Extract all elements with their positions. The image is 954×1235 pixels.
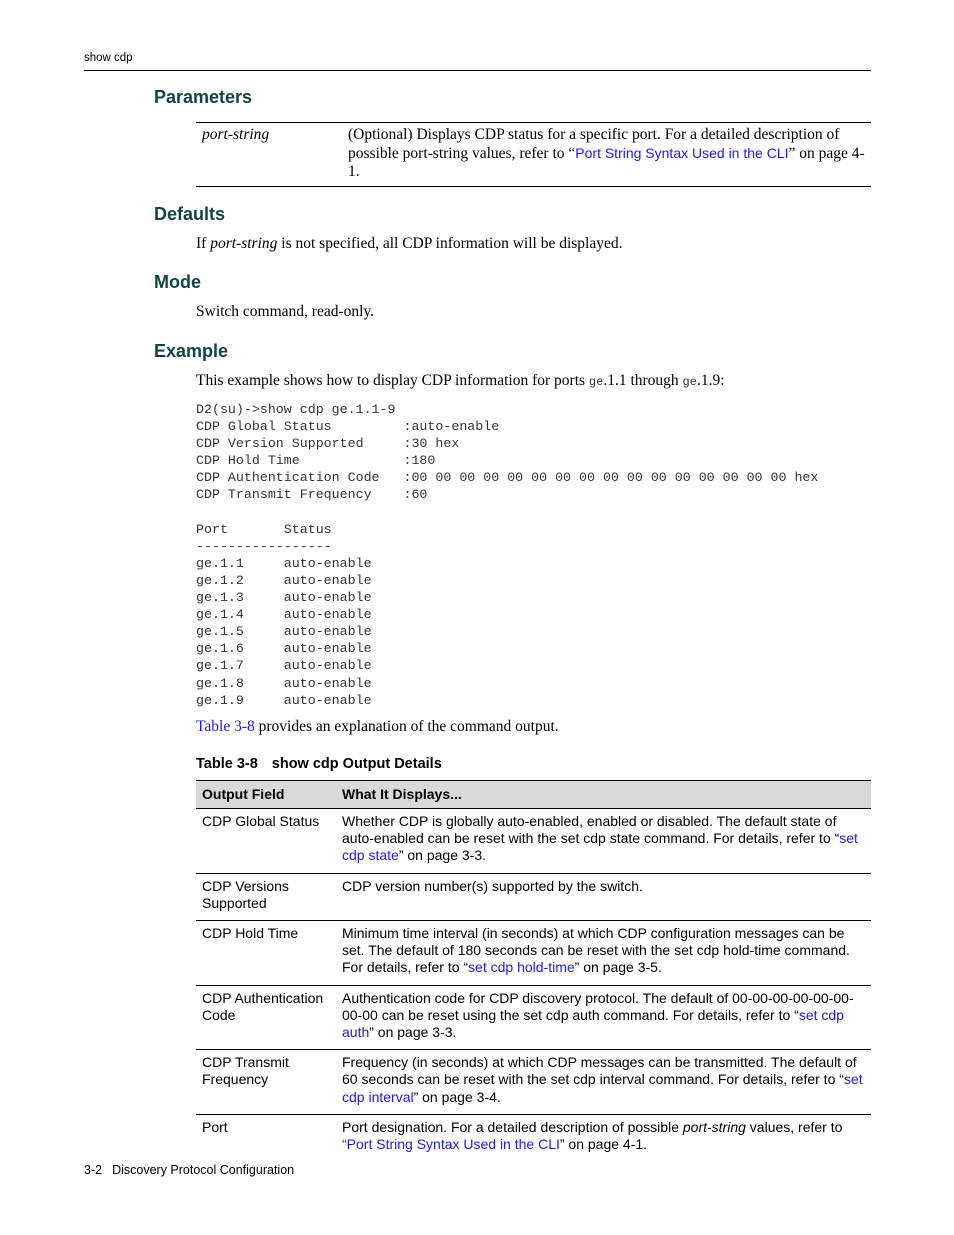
table-title: show cdp Output Details — [271, 756, 442, 772]
cli-output-code-block: D2(su)->show cdp ge.1.1-9 CDP Global Sta… — [196, 401, 818, 709]
table-row: CDP Transmit Frequency Frequency (in sec… — [196, 1049, 871, 1115]
code-line: Port Status — [196, 521, 332, 537]
parameters-table: port-string (Optional) Displays CDP stat… — [196, 122, 871, 187]
description-italic: port-string — [682, 1118, 746, 1135]
code-line: CDP Version Supported :30 hex — [196, 436, 460, 452]
table-3-8-link[interactable]: Table 3-8 — [196, 718, 255, 735]
table-row: CDP Authentication Code Authentication c… — [196, 985, 871, 1051]
parameter-name: port-string — [202, 126, 270, 143]
code-line: ge.1.4 auto-enable — [196, 607, 372, 623]
table-caption: Table 3-8 show cdp Output Details — [196, 756, 442, 772]
table-row: CDP Global Status Whether CDP is globall… — [196, 808, 871, 874]
description-suffix: ” on page 3-3. — [369, 1024, 457, 1041]
page-number: 3-2 — [84, 1163, 103, 1177]
output-field-cell: CDP Versions Supported — [196, 873, 336, 922]
description-cell: Whether CDP is globally auto-enabled, en… — [336, 808, 871, 874]
description-cell: CDP version number(s) supported by the s… — [336, 873, 871, 922]
description-suffix: ” on page 3-4. — [413, 1088, 501, 1105]
description-text: Port designation. For a detailed descrip… — [342, 1118, 683, 1135]
port-string-syntax-link[interactable]: “Port String Syntax Used in the CLI — [342, 1136, 560, 1152]
header-rule — [84, 70, 871, 71]
code-line: CDP Authentication Code :00 00 00 00 00 … — [196, 470, 819, 486]
code-line: CDP Global Status :auto-enable — [196, 419, 500, 435]
document-page: show cdp Parameters port-string (Optiona… — [0, 0, 954, 1235]
column-header-output-field: Output Field — [196, 780, 336, 809]
mode-text: Switch command, read-only. — [196, 303, 375, 320]
output-field-cell: Port — [202, 1118, 228, 1135]
description-suffix: ” on page 4-1. — [559, 1136, 648, 1153]
table-number: Table 3-8 — [196, 756, 258, 772]
defaults-heading: Defaults — [154, 204, 226, 224]
intro-text: .1.9: — [696, 372, 725, 389]
set-cdp-hold-time-link[interactable]: set cdp hold-time — [468, 959, 575, 975]
intro-text: .1.1 through — [603, 372, 683, 389]
code-line: CDP Hold Time :180 — [196, 453, 436, 469]
code-line: CDP Transmit Frequency :60 — [196, 487, 428, 503]
code-line: ge.1.3 auto-enable — [196, 590, 372, 606]
intro-code: ge — [588, 375, 604, 389]
description-cell: Authentication code for CDP discovery pr… — [336, 985, 871, 1051]
code-line: ge.1.8 auto-enable — [196, 675, 372, 691]
parameter-row: port-string (Optional) Displays CDP stat… — [196, 123, 871, 186]
defaults-pre: If — [196, 235, 211, 252]
description-suffix: ” on page 3-3. — [398, 847, 486, 864]
description-cell: Minimum time interval (in seconds) at wh… — [336, 920, 871, 986]
table-row: Port Port designation. For a detailed de… — [196, 1114, 871, 1161]
output-field-cell: CDP Global Status — [196, 808, 336, 874]
code-line: ge.1.7 auto-enable — [196, 658, 372, 674]
running-head: show cdp — [84, 52, 133, 64]
column-header-what-it-displays: What It Displays... — [336, 780, 871, 809]
description-cell: Port designation. For a detailed descrip… — [336, 1114, 871, 1161]
page-footer: 3-2 Discovery Protocol Configuration — [84, 1163, 294, 1177]
defaults-post: is not specified, all CDP information wi… — [277, 235, 623, 252]
description-cell: Frequency (in seconds) at which CDP mess… — [336, 1049, 871, 1115]
defaults-text: If port-string is not specified, all CDP… — [196, 235, 623, 253]
mode-heading: Mode — [154, 272, 201, 292]
table-reference-suffix: provides an explanation of the command o… — [254, 718, 559, 735]
code-line: ge.1.6 auto-enable — [196, 641, 372, 657]
code-line: D2(su)->show cdp ge.1.1-9 — [196, 402, 396, 417]
code-line: ge.1.5 auto-enable — [196, 624, 372, 640]
example-intro: This example shows how to display CDP in… — [196, 372, 725, 391]
output-field-cell: CDP Hold Time — [196, 920, 336, 986]
code-line: ge.1.1 auto-enable — [196, 555, 372, 571]
table-reference-text: Table 3-8 provides an explanation of the… — [196, 718, 559, 736]
description-text: Authentication code for CDP discovery pr… — [342, 989, 854, 1023]
parameters-heading: Parameters — [154, 87, 253, 107]
description-suffix: ” on page 3-5. — [574, 959, 662, 976]
intro-text: This example shows how to display CDP in… — [196, 372, 589, 389]
table-row: CDP Hold Time Minimum time interval (in … — [196, 920, 871, 986]
chapter-title: Discovery Protocol Configuration — [112, 1163, 295, 1177]
intro-code: ge — [682, 375, 697, 389]
table-header-row: Output Field What It Displays... — [196, 780, 871, 809]
code-line: ----------------- — [196, 538, 332, 554]
parameter-description: (Optional) Displays CDP status for a spe… — [348, 126, 871, 181]
output-field-cell: CDP Transmit Frequency — [196, 1049, 336, 1115]
code-line: ge.1.9 auto-enable — [196, 692, 372, 708]
description-text: CDP version number(s) supported by the s… — [342, 877, 643, 894]
output-details-table: Output Field What It Displays... CDP Glo… — [196, 780, 871, 1161]
description-text: Whether CDP is globally auto-enabled, en… — [342, 813, 840, 847]
description-text: values, refer to — [745, 1118, 843, 1135]
defaults-param: port-string — [210, 235, 278, 252]
code-line: ge.1.2 auto-enable — [196, 572, 372, 588]
table-row: CDP Versions Supported CDP version numbe… — [196, 873, 871, 922]
description-text: Frequency (in seconds) at which CDP mess… — [342, 1054, 857, 1088]
example-heading: Example — [154, 341, 229, 361]
port-string-syntax-link[interactable]: Port String Syntax Used in the CLI — [575, 145, 788, 161]
output-field-cell: CDP Authentication Code — [196, 985, 336, 1051]
